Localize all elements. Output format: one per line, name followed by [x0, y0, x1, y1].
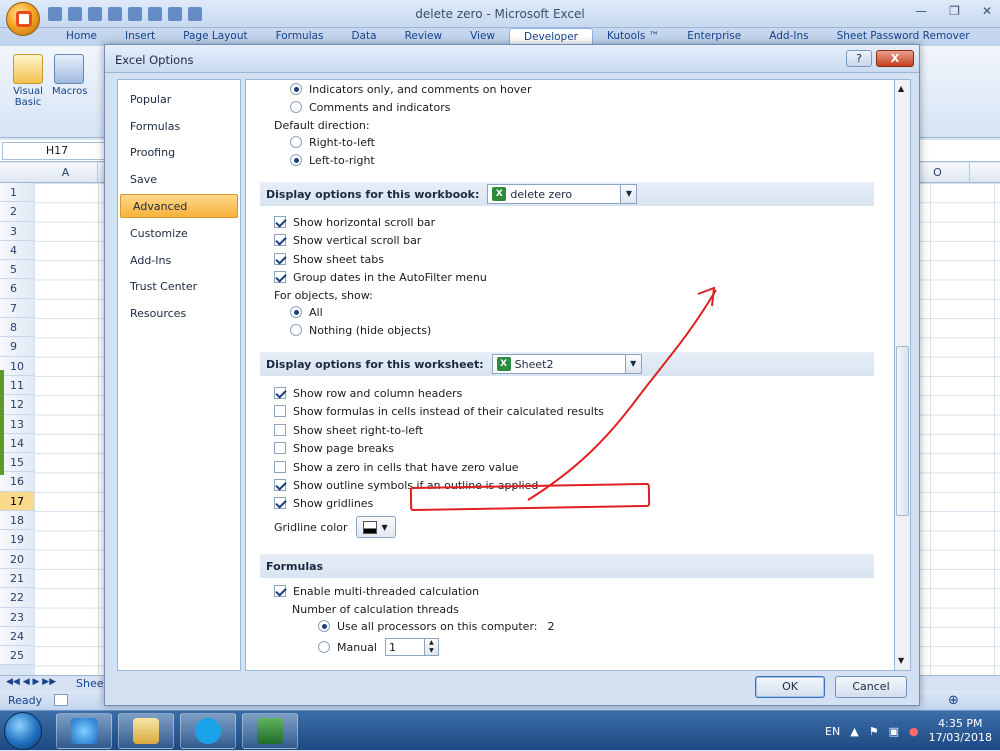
row-header[interactable]: 5: [0, 260, 34, 280]
row-header[interactable]: 25: [0, 646, 34, 666]
ie-icon: [71, 718, 97, 744]
nav-advanced[interactable]: Advanced: [120, 194, 238, 218]
window-title: delete zero - Microsoft Excel: [415, 7, 585, 21]
sheet-nav-icon[interactable]: ◀◀ ◀ ▶ ▶▶: [6, 677, 56, 687]
taskbar-ie[interactable]: [56, 713, 112, 749]
column-header-a[interactable]: A: [34, 163, 98, 183]
scrollbar-thumb[interactable]: [896, 346, 909, 516]
dialog-titlebar: Excel Options ? X: [105, 45, 919, 73]
help-button[interactable]: ?: [846, 50, 872, 67]
row-header[interactable]: 6: [0, 279, 34, 299]
row-header[interactable]: 8: [0, 318, 34, 338]
advanced-options-panel: Indicators only, and comments on hover C…: [245, 79, 895, 671]
row-header[interactable]: 18: [0, 511, 34, 531]
side-indicator: [0, 370, 4, 475]
row-header[interactable]: 20: [0, 549, 34, 569]
restore-icon[interactable]: ❐: [949, 4, 960, 18]
name-box[interactable]: H17: [2, 142, 112, 160]
system-tray: EN ▲ ⚑ ▣ ● 4:35 PM 17/03/2018: [825, 711, 992, 751]
folder-icon: [133, 718, 159, 744]
excel-icon: [257, 718, 283, 744]
visual-basic-label: Visual Basic: [13, 86, 43, 108]
options-nav: Popular Formulas Proofing Save Advanced …: [117, 79, 241, 671]
cancel-button[interactable]: Cancel: [835, 676, 907, 698]
row-header[interactable]: 23: [0, 607, 34, 627]
language-indicator[interactable]: EN: [825, 725, 840, 738]
clock-date: 17/03/2018: [928, 731, 992, 744]
macros-label: Macros: [52, 86, 88, 97]
nav-add-ins[interactable]: Add-Ins: [118, 249, 240, 273]
volume-icon[interactable]: ●: [909, 725, 919, 738]
row-header[interactable]: 1: [0, 183, 34, 203]
scroll-down-icon[interactable]: ▼: [898, 656, 904, 665]
nav-resources[interactable]: Resources: [118, 302, 240, 326]
zoom-in-icon[interactable]: ⊕: [948, 693, 959, 708]
sheet-tab[interactable]: Shee: [76, 677, 104, 690]
tray-arrow-icon[interactable]: ▲: [850, 725, 858, 738]
window-controls: — ❐ ✕: [915, 4, 992, 18]
row-header[interactable]: 22: [0, 588, 34, 608]
clock[interactable]: 4:35 PM 17/03/2018: [929, 717, 992, 745]
nav-customize[interactable]: Customize: [118, 222, 240, 246]
visual-basic-button[interactable]: Visual Basic: [8, 54, 48, 108]
row-header[interactable]: 7: [0, 298, 34, 319]
visual-basic-icon: [13, 54, 43, 84]
tab-home[interactable]: Home: [52, 28, 111, 46]
row-header[interactable]: 14: [0, 433, 34, 454]
row-header[interactable]: 19: [0, 530, 34, 550]
close-icon[interactable]: ✕: [982, 4, 992, 18]
dialog-close-button[interactable]: X: [876, 50, 914, 67]
nav-popular[interactable]: Popular: [118, 88, 240, 112]
flag-icon[interactable]: ⚑: [869, 725, 879, 738]
row-headers: 1 2 3 4 5 6 7 8 9 10 11 12 13 14 15 16 17 18 19 20 21 22 23 24 2…: [0, 183, 34, 666]
start-button[interactable]: [4, 712, 42, 750]
row-header[interactable]: 2: [0, 202, 34, 222]
row-header[interactable]: 16: [0, 472, 34, 492]
annotation-arrow-icon: [527, 286, 717, 501]
excel-options-dialog: Excel Options ? X Popular Formulas Proof…: [104, 44, 920, 706]
options-scrollbar[interactable]: ▲ ▼: [895, 79, 911, 671]
row-header[interactable]: 21: [0, 568, 34, 589]
taskbar: EN ▲ ⚑ ▣ ● 4:35 PM 17/03/2018: [0, 710, 1000, 750]
nav-formulas[interactable]: Formulas: [118, 115, 240, 139]
row-header[interactable]: 12: [0, 395, 34, 415]
macro-record-icon[interactable]: [54, 694, 68, 706]
row-header[interactable]: 24: [0, 626, 34, 647]
nav-trust-center[interactable]: Trust Center: [118, 275, 240, 299]
excel-titlebar: delete zero - Microsoft Excel — ❐ ✕: [0, 0, 1000, 28]
nav-proofing[interactable]: Proofing: [118, 141, 240, 165]
row-header[interactable]: 13: [0, 414, 34, 434]
clock-time: 4:35 PM: [938, 717, 983, 730]
ok-button[interactable]: OK: [755, 676, 825, 698]
row-header[interactable]: 9: [0, 337, 34, 357]
minimize-icon[interactable]: —: [915, 4, 927, 18]
network-icon[interactable]: ▣: [889, 725, 899, 738]
row-header[interactable]: 15: [0, 453, 34, 473]
taskbar-skype[interactable]: [180, 713, 236, 749]
taskbar-explorer[interactable]: [118, 713, 174, 749]
dialog-title: Excel Options: [115, 53, 194, 67]
row-header[interactable]: 17: [0, 491, 34, 512]
macros-icon: [54, 54, 84, 84]
scroll-up-icon[interactable]: ▲: [898, 84, 904, 93]
row-header[interactable]: 11: [0, 375, 34, 396]
status-text: Ready: [8, 694, 43, 707]
office-button[interactable]: [6, 2, 40, 36]
skype-icon: [195, 718, 221, 744]
row-header[interactable]: 3: [0, 221, 34, 241]
nav-save[interactable]: Save: [118, 168, 240, 192]
macros-button[interactable]: Macros: [52, 54, 88, 97]
taskbar-excel[interactable]: [242, 713, 298, 749]
row-header[interactable]: 10: [0, 356, 34, 376]
office-logo-icon: [16, 11, 32, 27]
row-header[interactable]: 4: [0, 240, 34, 261]
